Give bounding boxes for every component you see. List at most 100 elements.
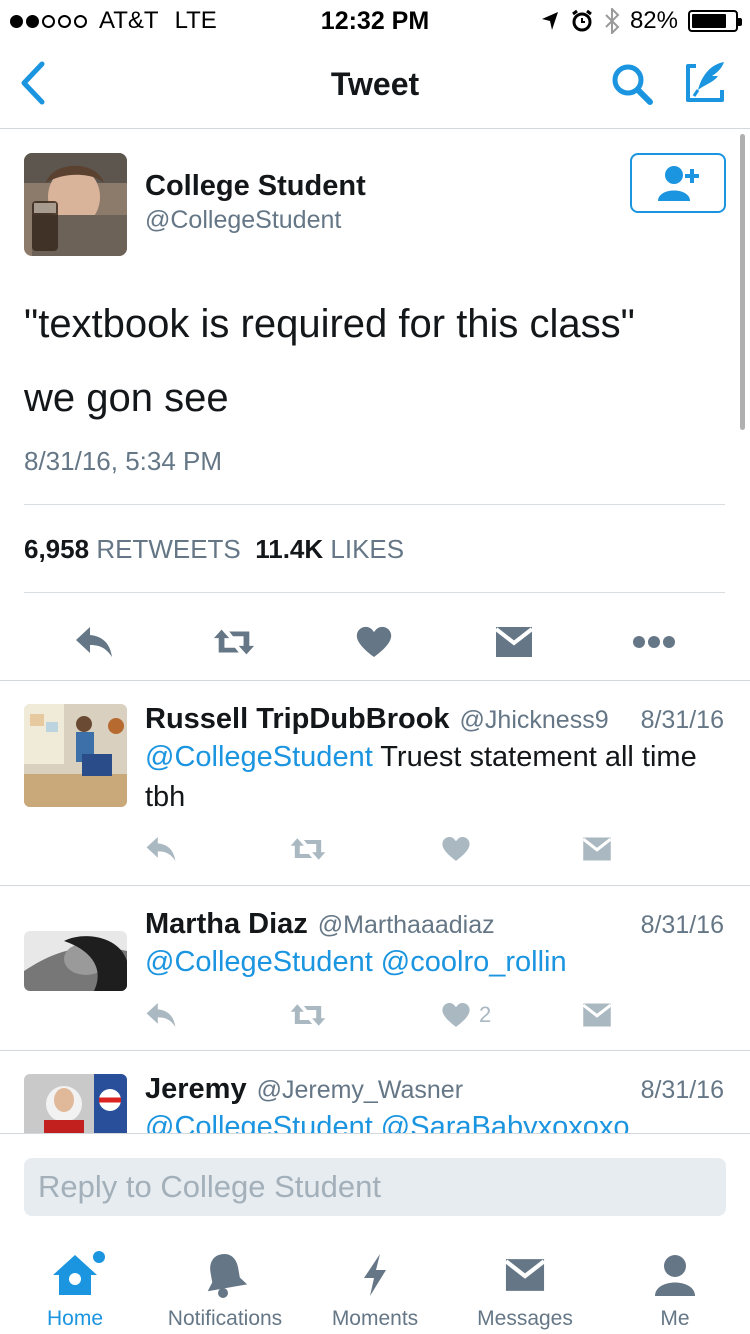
tab-label: Messages (477, 1307, 573, 1330)
like-button[interactable]: 2 (441, 997, 491, 1033)
tweet-stats: 6,958 RETWEETS 11.4K LIKES (24, 534, 404, 565)
reply-input[interactable]: Reply to College Student (24, 1158, 726, 1216)
tab-messages[interactable]: Messages (450, 1251, 600, 1331)
tab-moments[interactable]: Moments (300, 1251, 450, 1331)
envelope-icon (501, 1251, 549, 1299)
bell-icon (201, 1251, 249, 1299)
reply-tweet[interactable]: Martha Diaz @Marthaaadiaz 8/31/16 @Colle… (0, 886, 750, 1051)
mention-link[interactable]: @CollegeStudent @SaraBabyxoxoxo (145, 1111, 630, 1133)
alarm-icon (572, 9, 592, 32)
author-handle[interactable]: @CollegeStudent (145, 206, 341, 235)
heart-icon (442, 837, 470, 861)
reply-actions (145, 831, 625, 867)
reply-text: @CollegeStudent @SaraBabyxoxoxo (145, 1107, 705, 1133)
divider (24, 504, 725, 505)
reply-tweet[interactable]: Russell TripDubBrook @Jhickness9 8/31/16… (0, 681, 750, 886)
location-icon (541, 12, 558, 30)
reply-author-name[interactable]: Russell TripDubBrook (145, 703, 450, 736)
new-content-indicator (93, 1251, 105, 1263)
envelope-icon (494, 627, 534, 657)
home-icon (51, 1251, 105, 1299)
avatar[interactable] (24, 704, 127, 807)
reply-text: @CollegeStudent @coolro_rollin (145, 942, 705, 982)
divider (24, 592, 725, 593)
envelope-icon (582, 837, 612, 861)
tweet-actions (0, 610, 750, 680)
reply-icon (76, 627, 112, 657)
scrollbar[interactable] (740, 134, 745, 430)
reply-header: Jeremy @Jeremy_Wasner 8/31/16 (145, 1073, 724, 1106)
reply-date: 8/31/16 (640, 1076, 724, 1104)
reply-text: @CollegeStudent Truest statement all tim… (145, 737, 705, 817)
reply-header: Martha Diaz @Marthaaadiaz 8/31/16 (145, 908, 724, 941)
retweet-icon (290, 838, 326, 860)
heart-icon (356, 626, 392, 657)
compose-tweet-icon (686, 62, 724, 102)
reply-icon (146, 1003, 176, 1027)
reply-icon (146, 837, 176, 861)
compose-button[interactable] (682, 58, 730, 106)
reply-author-handle[interactable]: @Jhickness9 (460, 706, 609, 735)
tweet-timestamp: 8/31/16, 5:34 PM (24, 446, 223, 476)
avatar[interactable] (24, 153, 127, 256)
bluetooth-icon (605, 8, 620, 34)
battery-icon (688, 10, 742, 32)
search-button[interactable] (610, 62, 654, 106)
reply-date: 8/31/16 (640, 911, 724, 939)
like-button[interactable] (352, 620, 396, 664)
more-options-button[interactable] (632, 620, 676, 664)
reply-header: Russell TripDubBrook @Jhickness9 8/31/16 (145, 703, 724, 736)
follow-button[interactable] (630, 153, 726, 213)
more-dots-icon (633, 636, 675, 648)
reply-button[interactable] (145, 831, 177, 867)
reply-author-name[interactable]: Jeremy (145, 1073, 247, 1106)
retweet-button[interactable] (212, 620, 256, 664)
reply-composer: Reply to College Student (0, 1133, 750, 1237)
mention-link[interactable]: @CollegeStudent (145, 741, 373, 773)
tab-label: Me (660, 1307, 690, 1330)
reply-author-handle[interactable]: @Marthaaadiaz (318, 911, 495, 940)
reply-tweet[interactable]: Jeremy @Jeremy_Wasner 8/31/16 @CollegeSt… (0, 1051, 750, 1133)
envelope-icon (582, 1003, 612, 1027)
retweet-icon (290, 1004, 326, 1026)
tab-me[interactable]: Me (600, 1251, 750, 1331)
likes-count[interactable]: 11.4K (255, 534, 323, 564)
tab-label: Notifications (167, 1307, 283, 1330)
author-name[interactable]: College Student (145, 170, 366, 203)
retweet-button[interactable] (289, 831, 327, 867)
retweet-button[interactable] (289, 997, 327, 1033)
nav-bar: Tweet (0, 40, 750, 129)
status-bar-right: 82% (540, 7, 742, 35)
tab-notifications[interactable]: Notifications (150, 1251, 300, 1331)
retweets-label[interactable]: RETWEETS (96, 534, 240, 564)
add-user-icon (658, 166, 699, 201)
retweets-count[interactable]: 6,958 (24, 534, 89, 564)
like-count: 2 (479, 1002, 492, 1027)
avatar[interactable] (24, 1074, 127, 1133)
reply-actions: 2 (145, 997, 625, 1033)
status-bar: AT&T LTE 12:32 PM 82% (0, 0, 750, 40)
likes-label[interactable]: LIKES (330, 534, 404, 564)
direct-message-button[interactable] (581, 997, 613, 1033)
reply-button[interactable] (72, 620, 116, 664)
person-icon (651, 1251, 699, 1299)
lightning-bolt-icon (351, 1251, 399, 1299)
like-button[interactable] (441, 831, 479, 867)
battery-percent: 82% (629, 7, 678, 34)
mention-link[interactable]: @CollegeStudent @coolro_rollin (145, 946, 567, 978)
reply-date: 8/31/16 (640, 706, 724, 734)
tab-label: Moments (331, 1307, 419, 1330)
direct-message-button[interactable] (581, 831, 613, 867)
direct-message-button[interactable] (492, 620, 536, 664)
search-icon (612, 64, 653, 105)
reply-author-name[interactable]: Martha Diaz (145, 908, 308, 941)
tweet-text-line-2: we gon see (24, 376, 229, 420)
avatar[interactable] (24, 931, 127, 991)
tab-bar: Home Notifications Moments Messages Me (0, 1237, 750, 1334)
tweet-text-line-1: "textbook is required for this class" (24, 302, 635, 346)
reply-author-handle[interactable]: @Jeremy_Wasner (257, 1076, 463, 1105)
heart-icon (442, 1003, 470, 1027)
retweet-icon (213, 629, 255, 655)
reply-button[interactable] (145, 997, 177, 1033)
tab-home[interactable]: Home (0, 1251, 150, 1331)
